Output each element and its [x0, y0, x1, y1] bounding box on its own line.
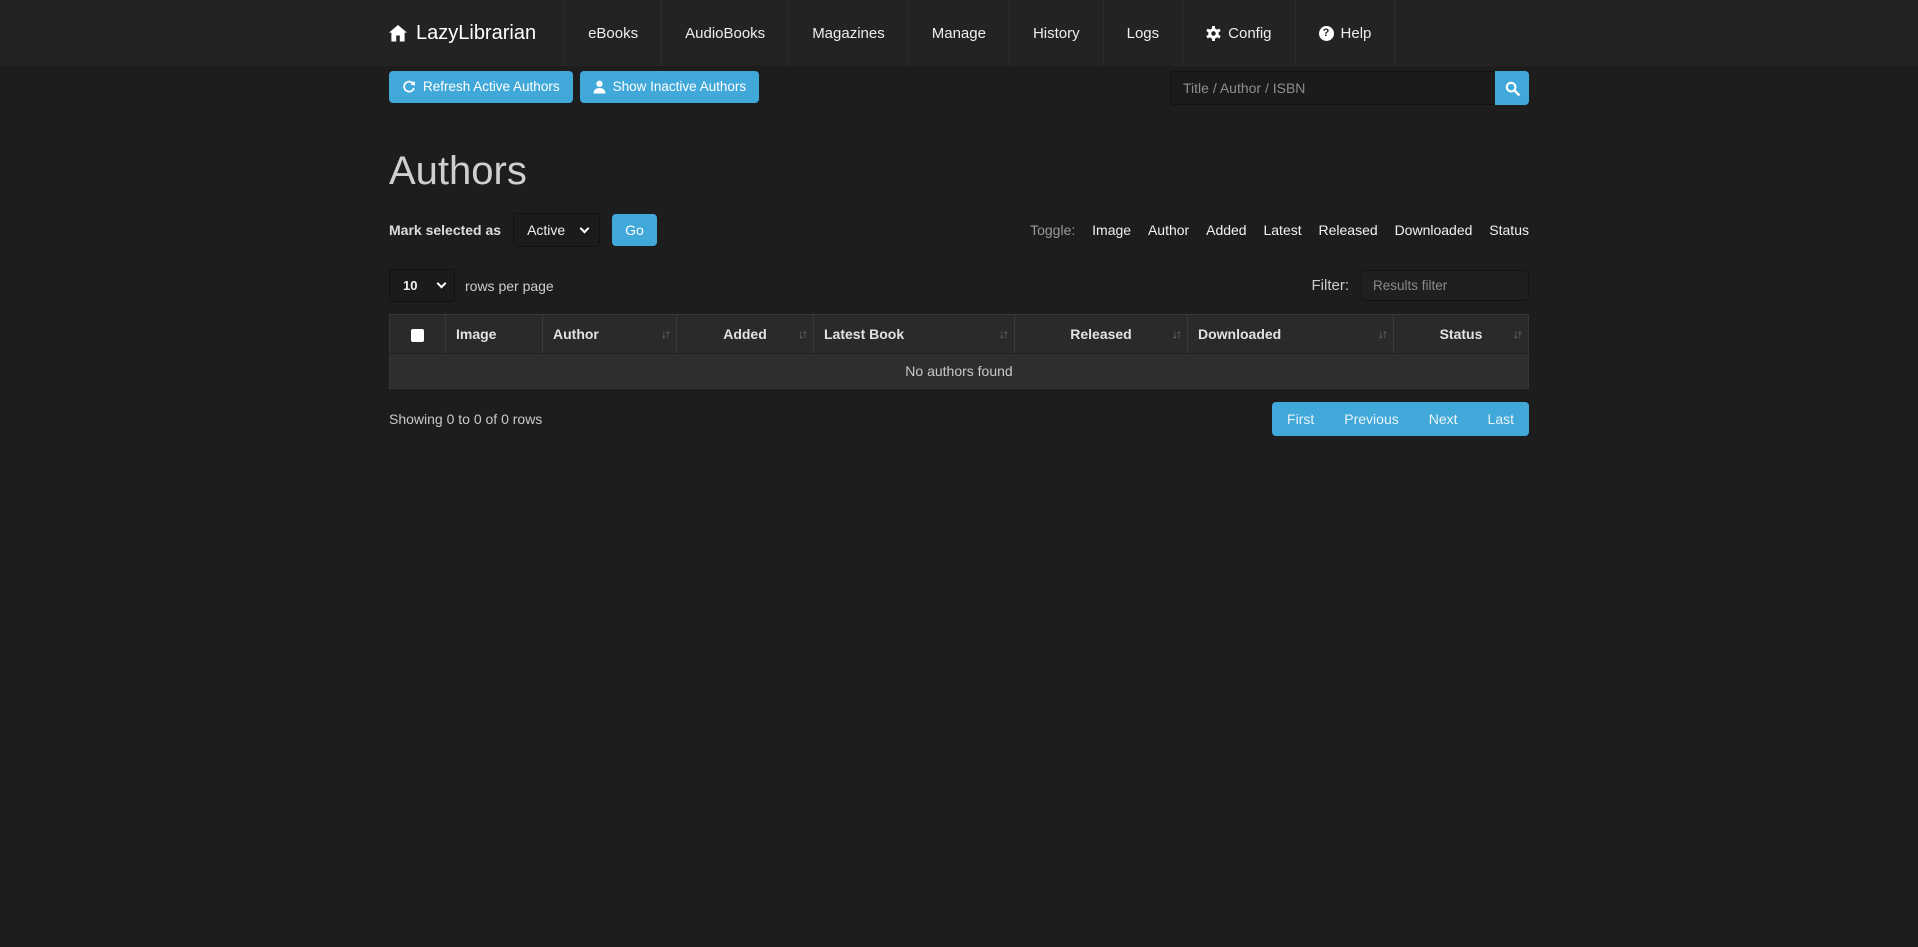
- toggle-downloaded[interactable]: Downloaded: [1395, 222, 1473, 238]
- nav-item-audiobooks[interactable]: AudioBooks: [661, 0, 788, 66]
- empty-message: No authors found: [390, 354, 1529, 389]
- toggle-label: Toggle:: [1030, 222, 1075, 238]
- pagination-last-button[interactable]: Last: [1473, 402, 1529, 436]
- filter-label: Filter:: [1312, 277, 1350, 294]
- column-header-author[interactable]: Author ↓↑: [543, 315, 677, 354]
- search-button[interactable]: [1495, 71, 1529, 105]
- column-header-added[interactable]: Added ↓↑: [677, 315, 814, 354]
- column-header-downloaded[interactable]: Downloaded ↓↑: [1188, 315, 1394, 354]
- nav-item-logs[interactable]: Logs: [1103, 0, 1183, 66]
- top-navbar: LazyLibrarian eBooks AudioBooks Magazine…: [0, 0, 1918, 66]
- pagination-first-button[interactable]: First: [1272, 402, 1329, 436]
- pagination-previous-button[interactable]: Previous: [1329, 402, 1413, 436]
- mark-selected-label: Mark selected as: [389, 222, 501, 238]
- nav-item-magazines[interactable]: Magazines: [788, 0, 908, 66]
- column-header-released[interactable]: Released ↓↑: [1015, 315, 1188, 354]
- nav-item-config[interactable]: Config: [1182, 0, 1294, 66]
- sort-icon: ↓↑: [1513, 327, 1521, 341]
- column-header-status[interactable]: Status ↓↑: [1394, 315, 1529, 354]
- showing-rows-text: Showing 0 to 0 of 0 rows: [389, 411, 542, 427]
- rows-per-page-select[interactable]: 10: [389, 269, 455, 302]
- user-icon: [593, 80, 606, 94]
- toggle-added[interactable]: Added: [1206, 222, 1246, 238]
- nav-item-history[interactable]: History: [1009, 0, 1103, 66]
- home-icon: [389, 25, 407, 42]
- refresh-icon: [402, 80, 416, 94]
- authors-table: Image Author ↓↑ Added ↓↑ Latest Book ↓↑ …: [389, 314, 1529, 389]
- go-button[interactable]: Go: [612, 214, 657, 246]
- page-title: Authors: [389, 149, 1529, 193]
- toolbar: Refresh Active Authors Show Inactive Aut…: [389, 66, 1529, 105]
- sort-icon: ↓↑: [999, 327, 1007, 341]
- nav-item-manage[interactable]: Manage: [908, 0, 1009, 66]
- mark-status-select[interactable]: Active: [513, 213, 600, 247]
- show-inactive-authors-button[interactable]: Show Inactive Authors: [580, 71, 760, 103]
- nav-item-ebooks[interactable]: eBooks: [564, 0, 661, 66]
- search-bar: [1170, 71, 1529, 105]
- column-header-latest-book[interactable]: Latest Book ↓↑: [814, 315, 1015, 354]
- sort-icon: ↓↑: [1172, 327, 1180, 341]
- toggle-image[interactable]: Image: [1092, 222, 1131, 238]
- refresh-active-authors-button[interactable]: Refresh Active Authors: [389, 71, 573, 103]
- pagination-next-button[interactable]: Next: [1414, 402, 1473, 436]
- brand-label: LazyLibrarian: [416, 22, 536, 45]
- sort-icon: ↓↑: [661, 327, 669, 341]
- toggle-author[interactable]: Author: [1148, 222, 1189, 238]
- toggle-released[interactable]: Released: [1319, 222, 1378, 238]
- table-header-row: Image Author ↓↑ Added ↓↑ Latest Book ↓↑ …: [390, 315, 1529, 354]
- sort-icon: ↓↑: [798, 327, 806, 341]
- select-all-checkbox[interactable]: [411, 329, 424, 342]
- empty-row: No authors found: [390, 354, 1529, 389]
- select-all-header: [390, 315, 446, 354]
- toggle-latest[interactable]: Latest: [1263, 222, 1301, 238]
- column-toggle-bar: Toggle: Image Author Added Latest Releas…: [1030, 222, 1529, 238]
- nav-item-help[interactable]: ? Help: [1295, 0, 1396, 66]
- search-input[interactable]: [1170, 71, 1495, 105]
- gear-icon: [1206, 26, 1221, 41]
- column-header-image: Image: [446, 315, 543, 354]
- search-icon: [1505, 81, 1520, 96]
- rows-per-page-label: rows per page: [465, 278, 554, 294]
- pagination: First Previous Next Last: [1272, 402, 1529, 436]
- results-filter-input[interactable]: [1361, 270, 1529, 301]
- question-icon: ?: [1319, 26, 1334, 41]
- brand-link[interactable]: LazyLibrarian: [389, 0, 564, 66]
- sort-icon: ↓↑: [1378, 327, 1386, 341]
- toggle-status[interactable]: Status: [1489, 222, 1529, 238]
